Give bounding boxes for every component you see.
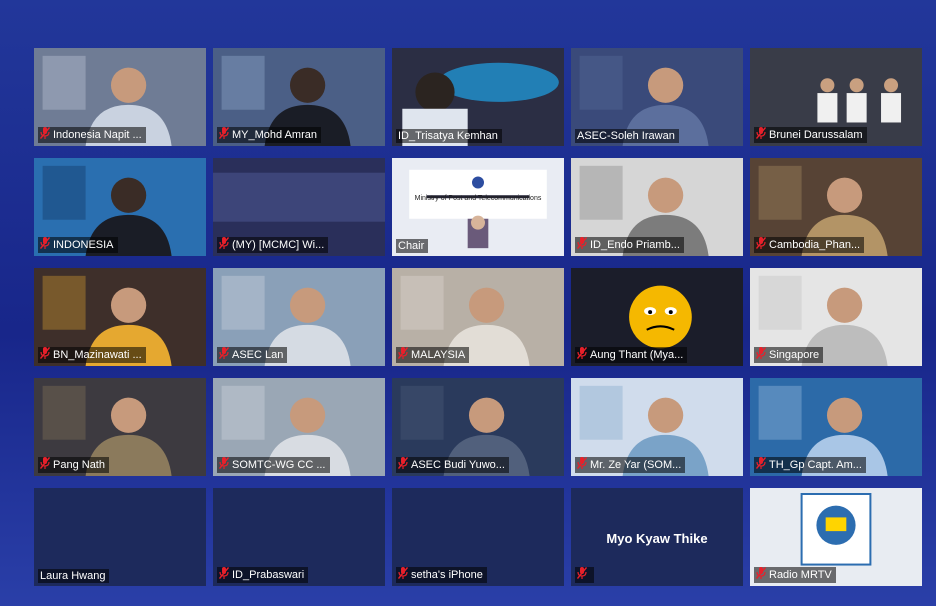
participant-label: SOMTC-WG CC ... — [217, 457, 330, 473]
participant-label: Aung Thant (Mya... — [575, 347, 688, 363]
participant-tile[interactable]: SOMTC-WG CC ... — [213, 378, 385, 476]
participant-tile[interactable]: Radio MRTV — [750, 488, 922, 586]
participant-label: setha's iPhone — [396, 567, 487, 583]
participant-tile[interactable]: Indonesia Napit ... — [34, 48, 206, 146]
video-grid: Indonesia Napit ... MY_Mohd Amran ID_Trisa… — [34, 48, 922, 586]
muted-mic-icon — [219, 347, 229, 363]
participant-name: Indonesia Napit ... — [53, 129, 142, 141]
participant-tile[interactable]: ASEC Budi Yuwo... — [392, 378, 564, 476]
participant-tile[interactable]: Mr. Ze Yar (SOM... — [571, 378, 743, 476]
participant-label: (MY) [MCMC] Wi... — [217, 237, 329, 253]
muted-mic-icon — [40, 127, 50, 143]
muted-mic-icon — [40, 457, 50, 473]
muted-mic-icon — [219, 567, 229, 583]
participant-tile[interactable]: MY_Mohd Amran — [213, 48, 385, 146]
participant-name: SOMTC-WG CC ... — [232, 459, 326, 471]
muted-mic-icon — [577, 347, 587, 363]
participant-name: Brunei Darussalam — [769, 129, 863, 141]
participant-label: ASEC-Soleh Irawan — [575, 129, 679, 143]
muted-mic-icon — [756, 457, 766, 473]
participant-tile[interactable]: (MY) [MCMC] Wi... — [213, 158, 385, 256]
muted-mic-icon — [577, 567, 587, 583]
participant-tile[interactable]: ID_Prabaswari — [213, 488, 385, 586]
participant-label: Singapore — [754, 347, 824, 363]
muted-mic-icon — [40, 237, 50, 253]
slide-caption: Ministry of Post and Telecommunications — [414, 195, 542, 203]
muted-mic-icon — [756, 127, 766, 143]
muted-mic-icon — [219, 127, 229, 143]
participant-tile[interactable]: MALAYSIA — [392, 268, 564, 366]
participant-name: Aung Thant (Mya... — [590, 349, 684, 361]
participant-label: Indonesia Napit ... — [38, 127, 146, 143]
muted-mic-icon — [577, 457, 587, 473]
participant-label: Laura Hwang — [38, 569, 110, 583]
participant-label: ID_Trisatya Kemhan — [396, 129, 502, 143]
participant-name: Chair — [398, 240, 425, 252]
participant-name: ASEC Lan — [232, 349, 284, 361]
participant-name: INDONESIA — [53, 239, 114, 251]
participant-label: TH_Gp Capt. Am... — [754, 457, 866, 473]
participant-label: MY_Mohd Amran — [217, 127, 321, 143]
muted-mic-icon — [756, 347, 766, 363]
participant-tile[interactable]: INDONESIA — [34, 158, 206, 256]
participant-tile[interactable]: Cambodia_Phan... — [750, 158, 922, 256]
participant-display-name: Myo Kyaw Thike — [606, 531, 708, 547]
muted-mic-icon — [398, 347, 408, 363]
muted-mic-icon — [577, 237, 587, 253]
participant-name: ID_Prabaswari — [232, 569, 305, 581]
participant-tile[interactable]: Myo Kyaw Thike — [571, 488, 743, 586]
participant-tile[interactable]: Chair Ministry of Post and Telecommunicat… — [392, 158, 564, 256]
participant-label: Cambodia_Phan... — [754, 237, 865, 253]
participant-tile[interactable]: Aung Thant (Mya... — [571, 268, 743, 366]
participant-name: ASEC-Soleh Irawan — [577, 130, 675, 142]
participant-label: ID_Prabaswari — [217, 567, 309, 583]
participant-label — [575, 567, 594, 583]
participant-tile[interactable]: Singapore — [750, 268, 922, 366]
participant-label: Chair — [396, 239, 429, 253]
participant-tile[interactable]: TH_Gp Capt. Am... — [750, 378, 922, 476]
participant-tile[interactable]: Laura Hwang — [34, 488, 206, 586]
participant-tile[interactable]: ASEC Lan — [213, 268, 385, 366]
participant-name: Radio MRTV — [769, 569, 832, 581]
participant-name: setha's iPhone — [411, 569, 483, 581]
participant-label: ASEC Lan — [217, 347, 288, 363]
participant-tile[interactable]: Brunei Darussalam — [750, 48, 922, 146]
muted-mic-icon — [398, 567, 408, 583]
participant-name: Cambodia_Phan... — [769, 239, 861, 251]
participant-label: BN_Mazinawati ... — [38, 347, 146, 363]
participant-name: MALAYSIA — [411, 349, 466, 361]
participant-label: MALAYSIA — [396, 347, 470, 363]
muted-mic-icon — [398, 457, 408, 473]
participant-tile[interactable]: Pang Nath — [34, 378, 206, 476]
participant-tile[interactable]: ID_Endo Priamb... — [571, 158, 743, 256]
muted-mic-icon — [219, 457, 229, 473]
muted-mic-icon — [756, 237, 766, 253]
muted-mic-icon — [40, 347, 50, 363]
participant-tile[interactable]: ASEC-Soleh Irawan — [571, 48, 743, 146]
participant-label: INDONESIA — [38, 237, 118, 253]
muted-mic-icon — [219, 237, 229, 253]
participant-name: TH_Gp Capt. Am... — [769, 459, 862, 471]
participant-name: (MY) [MCMC] Wi... — [232, 239, 325, 251]
participant-name: ID_Endo Priamb... — [590, 239, 680, 251]
participant-label: ID_Endo Priamb... — [575, 237, 684, 253]
participant-name: BN_Mazinawati ... — [53, 349, 142, 361]
participant-name: ASEC Budi Yuwo... — [411, 459, 505, 471]
participant-name: Laura Hwang — [40, 570, 106, 582]
muted-mic-icon — [756, 567, 766, 583]
participant-label: Brunei Darussalam — [754, 127, 867, 143]
participant-label: Radio MRTV — [754, 567, 836, 583]
participant-label: Pang Nath — [38, 457, 109, 473]
participant-tile[interactable]: BN_Mazinawati ... — [34, 268, 206, 366]
participant-name: ID_Trisatya Kemhan — [398, 130, 498, 142]
participant-name: Singapore — [769, 349, 820, 361]
participant-name: Pang Nath — [53, 459, 105, 471]
participant-tile[interactable]: setha's iPhone — [392, 488, 564, 586]
participant-tile[interactable]: ID_Trisatya Kemhan — [392, 48, 564, 146]
participant-name: MY_Mohd Amran — [232, 129, 317, 141]
participant-label: ASEC Budi Yuwo... — [396, 457, 509, 473]
participant-name: Mr. Ze Yar (SOM... — [590, 459, 682, 471]
participant-label: Mr. Ze Yar (SOM... — [575, 457, 686, 473]
